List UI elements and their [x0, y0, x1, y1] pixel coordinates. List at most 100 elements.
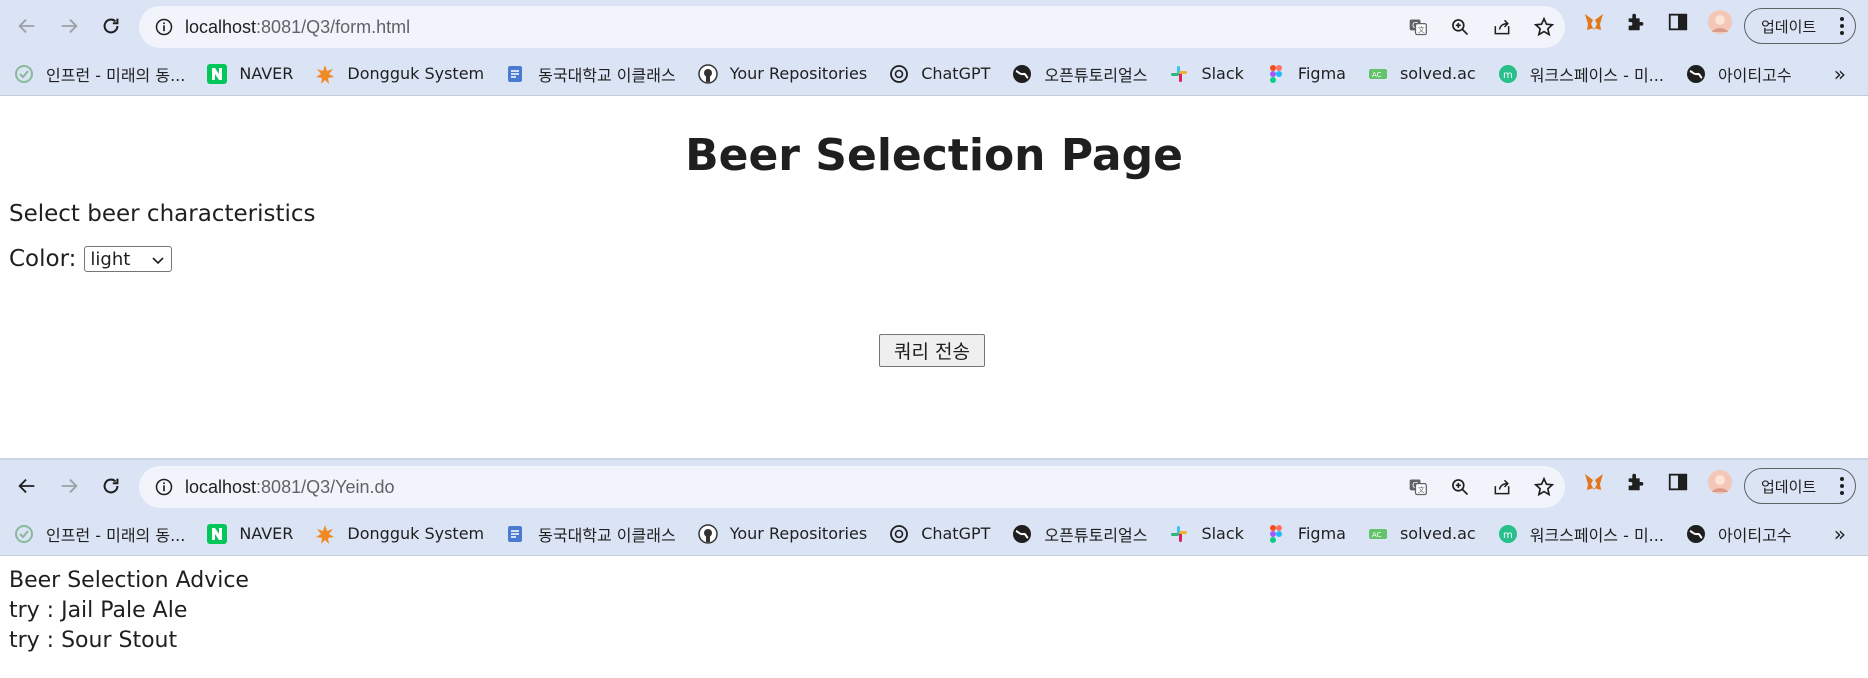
bookmark-label: NAVER [239, 524, 294, 543]
github-icon [697, 63, 718, 84]
browser-chrome: localhost:8081/Q3/form.html G文 업데이트 인프런 … [0, 0, 1868, 96]
browser-window-form: localhost:8081/Q3/form.html G文 업데이트 인프런 … [0, 0, 1868, 460]
bookmark-label: Your Repositories [729, 524, 868, 543]
forward-arrow-icon[interactable] [50, 7, 88, 45]
bookmark-item[interactable]: NAVER [207, 63, 293, 84]
bookmark-label: 동국대학교 이클래스 [538, 525, 676, 545]
bookmark-label: 인프런 - 미래의 동... [46, 525, 186, 545]
bookmark-label: 동국대학교 이클래스 [538, 65, 676, 85]
metamask-icon[interactable] [1582, 10, 1606, 34]
bookmark-item[interactable]: Figma [1266, 64, 1346, 84]
bookmark-star-icon[interactable] [1533, 476, 1555, 498]
bookmark-item[interactable]: Figma [1266, 524, 1346, 544]
color-select[interactable]: light [84, 246, 173, 272]
figma-icon [1266, 64, 1286, 84]
address-bar[interactable]: localhost:8081/Q3/Yein.do G文 [139, 466, 1565, 508]
bookmark-item[interactable]: Dongguk System [315, 64, 484, 84]
bookmark-item[interactable]: 동국대학교 이클래스 [506, 522, 676, 546]
workspace-icon: m [1498, 524, 1518, 544]
profile-avatar-icon[interactable] [1708, 470, 1732, 494]
reload-icon[interactable] [92, 467, 130, 505]
eclass-icon [506, 524, 526, 544]
extensions-area [1582, 470, 1750, 494]
bookmark-item[interactable]: 인프런 - 미래의 동... [14, 62, 185, 86]
slack-icon [1169, 524, 1189, 544]
bookmark-item[interactable]: 아이티고수 [1686, 522, 1792, 546]
side-panel-icon[interactable] [1666, 10, 1690, 34]
metamask-icon[interactable] [1582, 470, 1606, 494]
update-button[interactable]: 업데이트 [1744, 8, 1856, 44]
bookmark-item[interactable]: Your Repositories [697, 523, 868, 544]
browser-toolbar: localhost:8081/Q3/form.html G文 업데이트 [0, 0, 1868, 52]
zoom-icon[interactable] [1449, 476, 1471, 498]
color-row: Color: light [9, 246, 173, 272]
share-icon[interactable] [1491, 476, 1513, 498]
kebab-menu-icon[interactable] [1839, 16, 1845, 40]
zoom-icon[interactable] [1449, 16, 1471, 38]
side-panel-icon[interactable] [1666, 470, 1690, 494]
naver-icon [207, 523, 228, 544]
bookmark-label: 오픈튜토리얼스 [1044, 65, 1148, 85]
puzzle-extensions-icon[interactable] [1624, 470, 1648, 494]
bookmark-label: 워크스페이스 - 미... [1529, 65, 1664, 85]
bookmarks-overflow-icon[interactable]: » [1834, 62, 1846, 86]
extensions-area [1582, 10, 1750, 34]
kebab-menu-icon[interactable] [1839, 476, 1845, 500]
bookmark-star-icon[interactable] [1533, 16, 1555, 38]
bookmark-label: Figma [1297, 524, 1346, 543]
bookmark-label: 워크스페이스 - 미... [1529, 525, 1664, 545]
reload-icon[interactable] [92, 7, 130, 45]
address-bar-actions: G文 [1407, 466, 1555, 508]
bookmark-item[interactable]: ChatGPT [889, 64, 990, 84]
puzzle-extensions-icon[interactable] [1624, 10, 1648, 34]
bookmark-item[interactable]: NAVER [207, 523, 294, 544]
bookmark-label: Slack [1201, 524, 1244, 543]
site-info-icon[interactable] [153, 476, 175, 498]
bookmark-item[interactable]: Dongguk System [315, 524, 484, 544]
site-info-icon[interactable] [153, 16, 175, 38]
chevron-down-icon [151, 251, 165, 272]
bookmark-label: Dongguk System [347, 64, 485, 83]
bookmarks-overflow-icon[interactable]: » [1834, 522, 1846, 546]
translate-icon[interactable]: G文 [1407, 16, 1429, 38]
update-label: 업데이트 [1761, 477, 1817, 496]
address-bar-actions: G文 [1407, 6, 1555, 48]
bookmark-label: ChatGPT [921, 524, 991, 543]
update-button[interactable]: 업데이트 [1744, 468, 1856, 504]
submit-query-button[interactable]: 쿼리 전송 [879, 334, 985, 367]
bookmark-item[interactable]: 동국대학교 이클래스 [506, 62, 676, 86]
bookmark-label: Your Repositories [729, 64, 868, 83]
svg-text:文: 文 [1418, 25, 1425, 34]
bookmark-item[interactable]: ChatGPT [889, 524, 990, 544]
address-bar[interactable]: localhost:8081/Q3/form.html G文 [139, 6, 1565, 48]
bookmark-item[interactable]: m 워크스페이스 - 미... [1498, 522, 1664, 546]
svg-text:文: 文 [1418, 485, 1425, 494]
back-arrow-icon[interactable] [8, 467, 46, 505]
advice-heading: Beer Selection Advice [9, 568, 249, 593]
bookmark-item[interactable]: 인프런 - 미래의 동... [14, 522, 185, 546]
bookmark-item[interactable]: AC solved.ac [1368, 64, 1476, 84]
bookmark-label: 아이티고수 [1717, 65, 1792, 85]
inflearn-icon [14, 524, 34, 544]
bookmark-label: 오픈튜토리얼스 [1044, 525, 1148, 545]
bookmark-item[interactable]: Slack [1169, 524, 1244, 544]
bookmarks-bar: 인프런 - 미래의 동... NAVER Dongguk System 동국대학교 이… [0, 52, 1868, 96]
translate-icon[interactable]: G文 [1407, 476, 1429, 498]
inflearn-icon [14, 64, 34, 84]
bookmark-label: solved.ac [1399, 524, 1476, 543]
share-icon[interactable] [1491, 16, 1513, 38]
bookmark-item[interactable]: 오픈튜토리얼스 [1012, 62, 1147, 86]
bookmark-item[interactable]: m 워크스페이스 - 미... [1498, 62, 1664, 86]
bookmark-item[interactable]: Slack [1169, 64, 1244, 84]
bookmark-item[interactable]: 아이티고수 [1686, 62, 1792, 86]
dongguk-icon [315, 64, 335, 84]
bookmark-label: Slack [1201, 64, 1244, 83]
back-arrow-icon[interactable] [8, 7, 46, 45]
profile-avatar-icon[interactable] [1708, 10, 1732, 34]
forward-arrow-icon[interactable] [50, 467, 88, 505]
solvedac-icon: AC [1368, 524, 1388, 544]
bookmark-item[interactable]: 오픈튜토리얼스 [1012, 522, 1147, 546]
bookmark-label: Dongguk System [347, 524, 485, 543]
bookmark-item[interactable]: AC solved.ac [1368, 524, 1476, 544]
bookmark-item[interactable]: Your Repositories [697, 63, 868, 84]
